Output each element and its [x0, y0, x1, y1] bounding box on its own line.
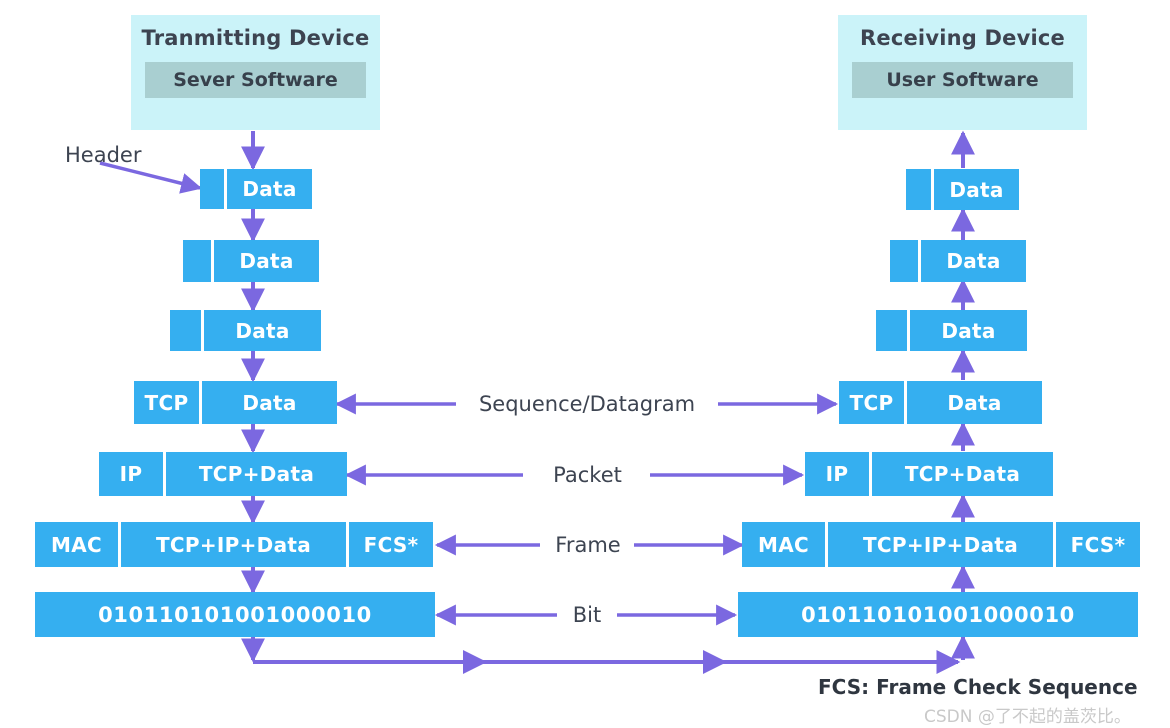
- receiving-device-title: Receiving Device: [860, 26, 1065, 50]
- left-row1-header-cell: [200, 169, 224, 209]
- csdn-watermark: CSDN @了不起的盖茨比。: [924, 707, 1131, 727]
- center-label-sequence-datagram: Sequence/Datagram: [478, 392, 696, 416]
- left-row3-data-cell: Data: [204, 310, 321, 351]
- right-row1-header-cell: [906, 169, 931, 210]
- center-label-packet: Packet: [553, 463, 622, 487]
- left-fcs-cell: FCS*: [349, 522, 433, 567]
- peer-layer-arrows: [334, 393, 839, 626]
- right-row1-data-cell: Data: [934, 169, 1019, 210]
- right-tcp-data-cell: Data: [907, 381, 1042, 424]
- left-mac-payload-cell: TCP+IP+Data: [121, 522, 346, 567]
- left-row2-data-cell: Data: [214, 240, 319, 282]
- left-tcp-data-cell: Data: [202, 381, 337, 424]
- header-annotation-label: Header: [65, 143, 142, 167]
- left-tcp-header-cell: TCP: [134, 381, 199, 424]
- right-bitstream-cell: 010110101001000010: [738, 592, 1138, 637]
- right-mac-header-cell: MAC: [742, 522, 825, 567]
- right-row2-header-cell: [890, 240, 918, 282]
- left-mac-header-cell: MAC: [35, 522, 118, 567]
- receiving-device-box: Receiving Device User Software: [838, 15, 1087, 130]
- center-label-frame: Frame: [555, 533, 621, 557]
- left-bitstream-cell: 010110101001000010: [35, 592, 435, 637]
- right-ip-payload-cell: TCP+Data: [872, 452, 1053, 496]
- left-ip-payload-cell: TCP+Data: [166, 452, 347, 496]
- fcs-footnote: FCS: Frame Check Sequence: [818, 675, 1138, 699]
- right-fcs-cell: FCS*: [1056, 522, 1140, 567]
- left-row3-header-cell: [170, 310, 201, 351]
- right-row2-data-cell: Data: [921, 240, 1026, 282]
- center-label-bit: Bit: [572, 603, 602, 627]
- transmitting-device-title: Tranmitting Device: [141, 26, 370, 50]
- user-software-band: User Software: [852, 62, 1073, 98]
- left-row2-header-cell: [183, 240, 211, 282]
- transmitting-device-box: Tranmitting Device Sever Software: [131, 15, 380, 130]
- left-row1-data-cell: Data: [227, 169, 312, 209]
- diagram-canvas: Tranmitting Device Sever Software Receiv…: [0, 0, 1170, 728]
- right-row3-data-cell: Data: [910, 310, 1027, 351]
- right-tcp-header-cell: TCP: [839, 381, 904, 424]
- right-mac-payload-cell: TCP+IP+Data: [828, 522, 1053, 567]
- server-software-band: Sever Software: [145, 62, 366, 98]
- right-row3-header-cell: [876, 310, 907, 351]
- right-ip-header-cell: IP: [805, 452, 869, 496]
- left-ip-header-cell: IP: [99, 452, 163, 496]
